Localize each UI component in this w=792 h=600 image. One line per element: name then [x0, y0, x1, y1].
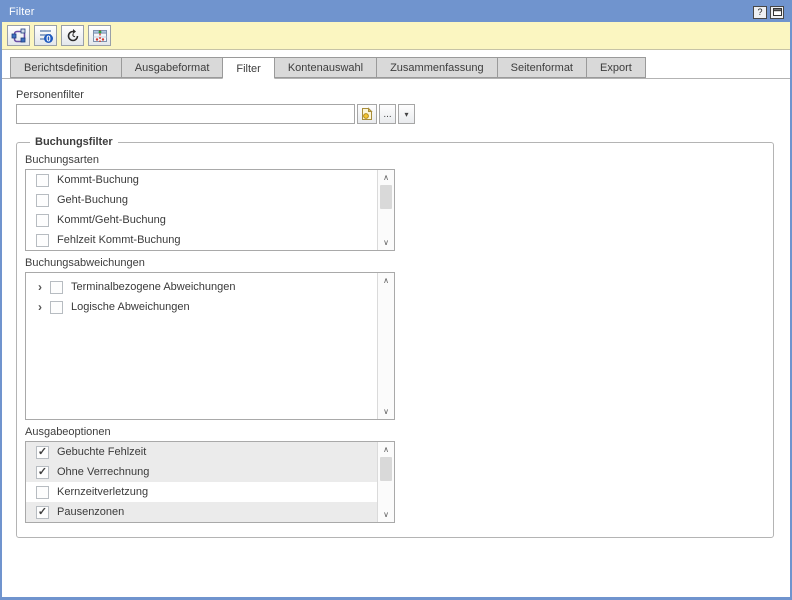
window-title: Filter	[9, 6, 750, 18]
filter-window: Filter ?	[0, 0, 792, 600]
ausgabeoptionen-rows: ✓ Gebuchte Fehlzeit ✓ Ohne Verrechnung K…	[26, 442, 377, 522]
list-item-label: Kommt/Geht-Buchung	[57, 214, 166, 226]
list-item-label: Geht-Buchung	[57, 194, 128, 206]
default-values-button[interactable]: 0	[34, 25, 57, 46]
titlebar: Filter ?	[2, 2, 790, 22]
tab-berichtsdefinition[interactable]: Berichtsdefinition	[10, 57, 122, 78]
checkbox-kommt-buchung[interactable]	[36, 174, 49, 187]
help-icon: ?	[757, 7, 762, 17]
buchungsabweichungen-label: Buchungsabweichungen	[25, 257, 773, 269]
filter-document-icon	[361, 107, 373, 121]
list-item-label: Kommt-Buchung	[57, 174, 139, 186]
scroll-down-icon[interactable]: ∨	[378, 507, 394, 522]
personenfilter-dropdown-button[interactable]: ▾	[398, 104, 415, 124]
tree-item[interactable]: › Terminalbezogene Abweichungen	[26, 277, 377, 297]
list-item-label: Fehlzeit Kommt-Buchung	[57, 234, 181, 246]
list-item-label: Gebuchte Fehlzeit	[57, 446, 146, 458]
buchungsarten-label: Buchungsarten	[25, 154, 773, 166]
scroll-up-icon[interactable]: ∧	[378, 170, 394, 185]
scroll-down-icon[interactable]: ∨	[378, 404, 394, 419]
list-item[interactable]: Kommt/Geht-Buchung	[26, 210, 377, 230]
expand-chevron-icon[interactable]: ›	[34, 281, 46, 293]
list-item[interactable]: Kernzeitverletzung	[26, 482, 377, 502]
tree-item-label: Logische Abweichungen	[71, 301, 190, 313]
checkbox-gebuchte-fehlzeit[interactable]: ✓	[36, 446, 49, 459]
buchungsarten-rows: Kommt-Buchung Geht-Buchung Kommt/Geht-Bu…	[26, 170, 377, 250]
list-item[interactable]: ✓ Ohne Verrechnung	[26, 462, 377, 482]
checkbox-kommt-geht-buchung[interactable]	[36, 214, 49, 227]
restore-window-icon	[773, 8, 782, 16]
restore-window-button[interactable]	[770, 6, 784, 19]
tab-kontenauswahl[interactable]: Kontenauswahl	[274, 57, 377, 78]
selection-frame-icon	[11, 28, 27, 44]
tab-export[interactable]: Export	[586, 57, 646, 78]
chevron-down-icon: ▾	[404, 110, 408, 119]
scrollbar-thumb[interactable]	[380, 185, 392, 209]
ausgabeoptionen-label: Ausgabeoptionen	[25, 426, 773, 438]
personenfilter-row: ... ▾	[16, 104, 774, 124]
buchungsabweichungen-treebox: › Terminalbezogene Abweichungen › Logisc…	[25, 272, 395, 420]
scrollbar-thumb[interactable]	[380, 457, 392, 481]
scroll-up-icon[interactable]: ∧	[378, 273, 394, 288]
checkbox-kernzeitverletzung[interactable]	[36, 486, 49, 499]
list-item[interactable]: Kommt-Buchung	[26, 170, 377, 190]
ausgabeoptionen-scrollbar[interactable]: ∧ ∨	[377, 442, 394, 522]
checkbox-ohne-verrechnung[interactable]: ✓	[36, 466, 49, 479]
list-item-label: Ohne Verrechnung	[57, 466, 149, 478]
checkbox-terminalbezogene-abweichungen[interactable]	[50, 281, 63, 294]
execute-selection-button[interactable]	[7, 25, 30, 46]
tab-seitenformat[interactable]: Seitenformat	[497, 57, 587, 78]
expand-chevron-icon[interactable]: ›	[34, 301, 46, 313]
checkbox-fehlzeit-kommt-buchung[interactable]	[36, 234, 49, 247]
list-item-label: Pausenzonen	[57, 506, 124, 518]
zero-values-icon: 0	[38, 28, 54, 44]
personenfilter-label: Personenfilter	[16, 89, 774, 101]
scroll-down-icon[interactable]: ∨	[378, 235, 394, 250]
ausgabeoptionen-listbox: ✓ Gebuchte Fehlzeit ✓ Ohne Verrechnung K…	[25, 441, 395, 523]
history-button[interactable]	[61, 25, 84, 46]
svg-text:0: 0	[46, 34, 51, 43]
tab-filter[interactable]: Filter	[222, 57, 274, 79]
buchungsabweichungen-rows: › Terminalbezogene Abweichungen › Logisc…	[26, 273, 377, 317]
list-item-label: Kernzeitverletzung	[57, 486, 148, 498]
checkbox-pausenzonen[interactable]: ✓	[36, 506, 49, 519]
history-clock-icon	[65, 28, 81, 44]
checkbox-logische-abweichungen[interactable]	[50, 301, 63, 314]
buchungsfilter-legend: Buchungsfilter	[30, 136, 118, 148]
tree-item-label: Terminalbezogene Abweichungen	[71, 281, 236, 293]
buchungsarten-scrollbar[interactable]: ∧ ∨	[377, 170, 394, 250]
schedule-grid-icon	[92, 28, 108, 44]
tab-zusammenfassung[interactable]: Zusammenfassung	[376, 57, 498, 78]
buchungsfilter-group: Buchungsfilter Buchungsarten Kommt-Buchu…	[16, 136, 774, 538]
personenfilter-browse-button[interactable]: ...	[379, 104, 396, 124]
tabstrip: Berichtsdefinition Ausgabeformat Filter …	[2, 57, 790, 79]
buchungsarten-listbox: Kommt-Buchung Geht-Buchung Kommt/Geht-Bu…	[25, 169, 395, 251]
schedule-grid-button[interactable]	[88, 25, 111, 46]
list-item[interactable]: ✓ Gebuchte Fehlzeit	[26, 442, 377, 462]
ellipsis-label: ...	[383, 109, 391, 120]
personenfilter-input[interactable]	[16, 104, 355, 124]
scroll-up-icon[interactable]: ∧	[378, 442, 394, 457]
help-button[interactable]: ?	[753, 6, 767, 19]
tree-item[interactable]: › Logische Abweichungen	[26, 297, 377, 317]
filter-tab-content: Personenfilter ... ▾ Buchungsfilter Buch…	[2, 79, 790, 597]
list-item[interactable]: ✓ Pausenzonen	[26, 502, 377, 522]
list-item[interactable]: Geht-Buchung	[26, 190, 377, 210]
checkbox-geht-buchung[interactable]	[36, 194, 49, 207]
tab-ausgabeformat[interactable]: Ausgabeformat	[121, 57, 224, 78]
personenfilter-open-button[interactable]	[357, 104, 377, 124]
buchungsabweichungen-scrollbar[interactable]: ∧ ∨	[377, 273, 394, 419]
list-item[interactable]: Fehlzeit Kommt-Buchung	[26, 230, 377, 250]
toolbar: 0	[2, 22, 790, 50]
